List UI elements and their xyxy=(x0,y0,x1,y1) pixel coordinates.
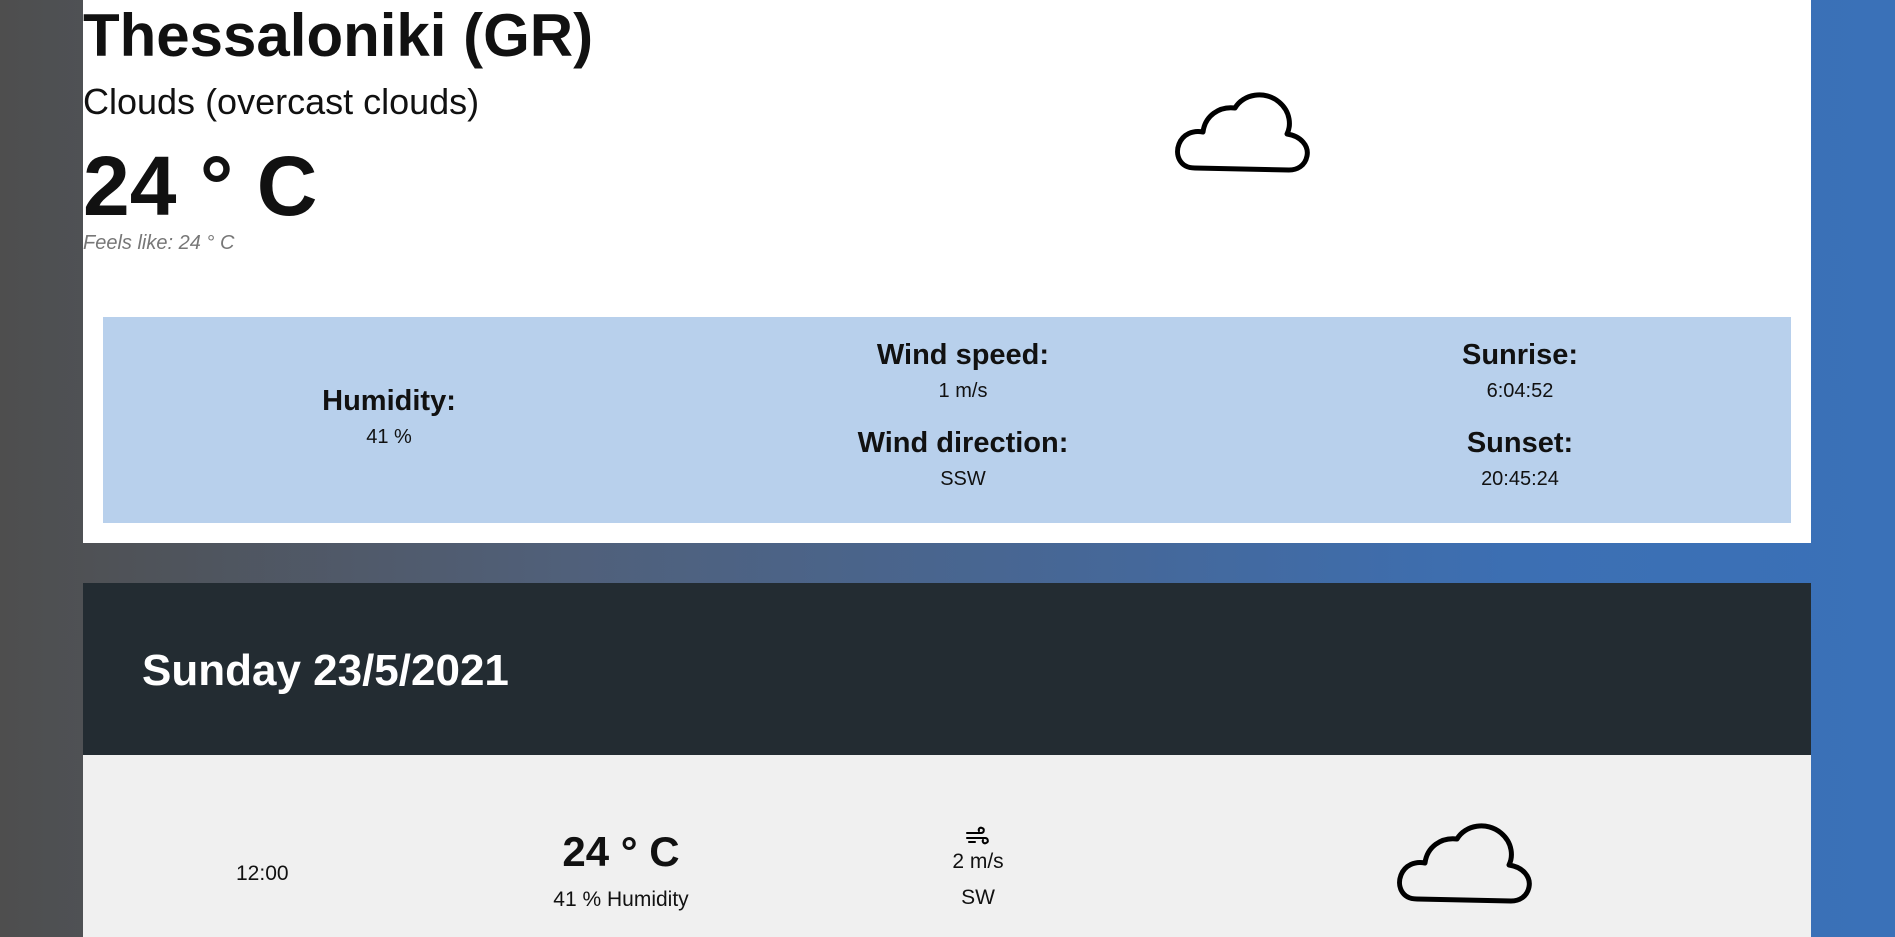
current-weather-card: Thessaloniki (GR) Clouds (overcast cloud… xyxy=(83,0,1811,543)
humidity-label: Humidity: xyxy=(322,385,456,417)
wind-direction-value: SSW xyxy=(940,468,986,490)
forecast-wind-speed: 2 m/s xyxy=(952,850,1004,873)
forecast-humidity: 41 % Humidity xyxy=(553,888,689,911)
weather-stats-panel: Humidity: 41 % Wind speed: 1 m/s Wind di… xyxy=(103,317,1791,523)
cloud-icon xyxy=(1175,92,1310,173)
humidity-stat: Humidity: 41 % xyxy=(289,383,489,589)
wind-direction-label: Wind direction: xyxy=(857,427,1069,459)
wind-speed-value: 1 m/s xyxy=(938,380,988,402)
forecast-wind: 2 m/s SW xyxy=(913,825,1043,911)
sunrise-label: Sunrise: xyxy=(1461,339,1579,371)
wind-stat: Wind speed: 1 m/s Wind direction: SSW xyxy=(813,337,1113,543)
sunset-value: 20:45:24 xyxy=(1481,468,1559,490)
forecast-day-title: Sunday 23/5/2021 xyxy=(142,646,509,695)
wind-icon xyxy=(966,826,989,845)
forecast-row: 12:00 24 ° C 41 % Humidity 2 m/s SW xyxy=(83,755,1811,937)
humidity-value: 41 % xyxy=(366,426,412,448)
city-title: Thessaloniki (GR) xyxy=(83,2,594,69)
sunset-label: Sunset: xyxy=(1466,427,1574,459)
cloud-icon xyxy=(1397,823,1532,904)
forecast-temperature: 24 ° C xyxy=(562,828,680,875)
forecast-wind-direction: SW xyxy=(961,886,995,909)
sun-stat: Sunrise: 6:04:52 Sunset: 20:45:24 xyxy=(1420,337,1620,543)
forecast-day-header: Sunday 23/5/2021 xyxy=(83,583,1811,755)
forecast-time: 12:00 xyxy=(236,862,289,885)
feels-like: Feels like: 24 ° C xyxy=(83,232,235,254)
wind-speed-label: Wind speed: xyxy=(876,339,1050,371)
sunrise-value: 6:04:52 xyxy=(1486,380,1554,402)
